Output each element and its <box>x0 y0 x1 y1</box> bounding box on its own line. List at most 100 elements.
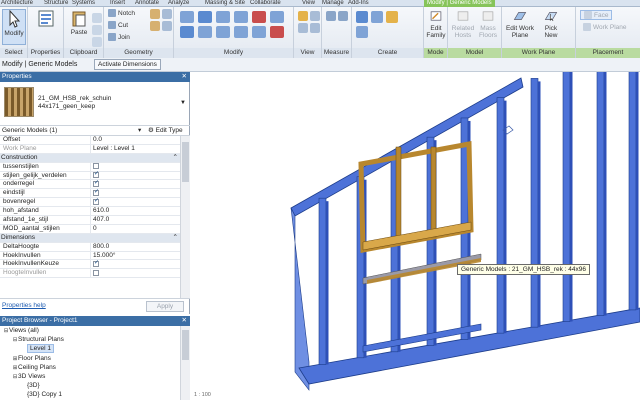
align-icon[interactable] <box>180 11 194 23</box>
property-row[interactable]: bovenregel <box>0 197 180 208</box>
tab-modify-generic-models[interactable]: Modify | Generic Models <box>424 0 495 7</box>
property-value[interactable]: 0 <box>90 224 180 233</box>
stud-side[interactable] <box>604 72 607 316</box>
property-row[interactable]: hoh_afstand 610.0 <box>0 207 180 217</box>
collapse-icon[interactable]: ⌃ <box>173 234 178 243</box>
property-value[interactable] <box>90 179 180 189</box>
browser-node[interactable]: ⊞Floor Plans <box>0 354 180 363</box>
split-icon[interactable] <box>252 11 266 23</box>
override-icon[interactable] <box>310 11 320 21</box>
browser-node[interactable]: {3D} Copy 1 <box>0 390 180 399</box>
property-row[interactable]: MOD_aantal_stijlen 0 <box>0 224 180 234</box>
chevron-down-icon[interactable]: ▼ <box>180 100 186 106</box>
pick-new-button[interactable]: Pick New <box>540 9 562 39</box>
create-assembly-icon[interactable] <box>356 11 368 23</box>
window-sill[interactable] <box>362 221 472 251</box>
copy-element-icon[interactable] <box>198 26 212 38</box>
demolish-icon[interactable] <box>162 21 172 31</box>
stud[interactable] <box>596 72 605 316</box>
stud[interactable] <box>628 72 637 311</box>
paste-button[interactable]: Paste <box>68 9 90 36</box>
apply-button[interactable]: Apply <box>146 301 184 312</box>
type-selector[interactable]: 21_GM_HSB_rek_schuin 44x171_geen_keep ▼ <box>0 82 190 126</box>
stud[interactable] <box>562 72 571 322</box>
checkbox[interactable] <box>93 179 99 188</box>
property-value[interactable]: 15.000° <box>90 251 180 260</box>
browser-node[interactable]: ⊟3D Views <box>0 372 180 381</box>
face-option[interactable]: Face <box>580 10 613 20</box>
tab-systems[interactable]: Systems <box>72 0 95 7</box>
top-plate[interactable] <box>290 77 524 217</box>
edit-type-button[interactable]: ⚙ Edit Type <box>148 126 183 136</box>
properties-help-link[interactable]: Properties help <box>2 302 46 309</box>
property-row[interactable]: HoekInvullen 15.000° <box>0 251 180 261</box>
stud-side[interactable] <box>570 72 573 322</box>
property-value[interactable] <box>90 170 180 180</box>
close-icon[interactable]: ✕ <box>182 72 187 82</box>
scrollbar-thumb[interactable] <box>182 142 189 182</box>
tab-add-ins[interactable]: Add-Ins <box>348 0 369 7</box>
create-parts-icon[interactable] <box>371 11 383 23</box>
copy-icon[interactable] <box>92 25 102 35</box>
close-icon[interactable]: ✕ <box>182 316 187 326</box>
modify-button[interactable]: Modify <box>2 9 26 45</box>
delete-icon[interactable] <box>270 26 284 38</box>
view-scale[interactable]: 1 : 100 <box>191 392 311 400</box>
checkbox[interactable] <box>93 197 99 205</box>
end-stud[interactable] <box>290 207 310 391</box>
chevron-down-icon[interactable]: ▾ <box>138 126 141 136</box>
work-plane-option[interactable]: Work Plane <box>580 23 629 33</box>
property-value[interactable] <box>90 197 180 207</box>
thin-lines-icon[interactable] <box>310 23 320 33</box>
stud-side[interactable] <box>326 201 329 365</box>
browser-node[interactable]: {3D} <box>0 381 180 390</box>
stud[interactable] <box>496 97 505 334</box>
rotate-icon[interactable] <box>216 26 230 38</box>
stud-side[interactable] <box>504 100 507 334</box>
create-similar-icon[interactable] <box>356 26 368 38</box>
checkbox[interactable] <box>93 188 99 197</box>
tab-annotate[interactable]: Annotate <box>135 0 159 7</box>
properties-scrollbar[interactable] <box>180 136 190 298</box>
wall-joins-icon[interactable] <box>150 9 160 19</box>
property-value[interactable]: 800.0 <box>90 242 180 251</box>
property-value[interactable]: 610.0 <box>90 207 180 216</box>
tab-architecture[interactable]: Architecture <box>1 0 33 7</box>
measure-icon[interactable] <box>326 11 336 21</box>
paint-icon[interactable] <box>162 9 172 19</box>
mass-floors-button[interactable]: Mass Floors <box>476 9 500 39</box>
property-row[interactable]: Work Plane Level : Level 1 <box>0 144 180 154</box>
wall-frame-model[interactable] <box>191 72 640 400</box>
checkbox[interactable] <box>93 269 99 276</box>
browser-node[interactable]: ⊞Ceiling Plans <box>0 363 180 372</box>
mirror-icon[interactable] <box>216 11 230 23</box>
linework-icon[interactable] <box>298 23 308 33</box>
collapse-icon[interactable]: ⌃ <box>173 154 178 163</box>
hide-icon[interactable] <box>298 11 308 21</box>
activate-dimensions-button[interactable]: Activate Dimensions <box>94 59 161 70</box>
array-icon[interactable] <box>234 26 248 38</box>
cut-button[interactable]: Cut <box>108 21 128 31</box>
stud[interactable] <box>318 197 327 365</box>
tab-collaborate[interactable]: Collaborate <box>250 0 281 7</box>
stud-side[interactable] <box>636 72 639 310</box>
edit-family-button[interactable]: Edit Family <box>425 9 447 39</box>
tab-massing-site[interactable]: Massing & Site <box>205 0 245 7</box>
notch-button[interactable]: Notch <box>108 9 135 19</box>
property-row[interactable]: afstand_1e_stijl 407.0 <box>0 216 180 225</box>
property-value[interactable]: 407.0 <box>90 216 180 224</box>
property-row[interactable]: onderregel <box>0 179 180 190</box>
mirror-draw-icon[interactable] <box>234 11 248 23</box>
create-group-icon[interactable] <box>386 11 398 23</box>
property-value[interactable] <box>90 188 180 198</box>
tab-analyze[interactable]: Analyze <box>168 0 189 7</box>
property-value[interactable] <box>90 259 180 269</box>
stud[interactable] <box>530 78 539 328</box>
checkbox[interactable] <box>93 170 99 179</box>
tab-view[interactable]: View <box>302 0 315 7</box>
property-row[interactable]: DeltaHoogte 800.0 <box>0 242 180 252</box>
scale-icon[interactable] <box>252 26 266 38</box>
browser-scrollbar[interactable] <box>180 326 190 400</box>
3d-viewport[interactable]: Generic Models : 21_GM_HSB_rek : 44x96 1… <box>191 72 640 400</box>
checkbox[interactable] <box>93 259 99 268</box>
